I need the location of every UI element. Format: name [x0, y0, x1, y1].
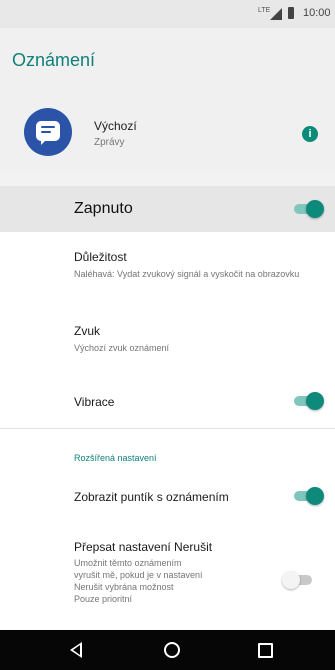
channel-name: Výchozí — [94, 119, 137, 133]
network-type: LTE — [258, 7, 271, 14]
notification-dot-setting[interactable]: Zobrazit puntík s oznámením — [74, 490, 305, 504]
master-switch-row[interactable]: Zapnuto — [0, 186, 335, 232]
vibration-setting[interactable]: Vibrace — [74, 395, 305, 409]
sound-title: Zvuk — [74, 324, 101, 338]
dnd-override-title: Přepsat nastavení Nerušit — [74, 540, 213, 554]
navigation-bar — [0, 630, 335, 670]
divider — [0, 428, 335, 429]
master-switch-label: Zapnuto — [74, 200, 133, 217]
app-info-header: Výchozí Zprávy i — [0, 92, 335, 172]
dnd-summary-line: Pouze prioritní — [74, 594, 133, 604]
master-switch[interactable] — [292, 199, 324, 219]
app-name: Zprávy — [94, 137, 125, 148]
page-title: Oznámení — [12, 50, 96, 70]
notification-dot-toggle[interactable] — [292, 486, 324, 506]
importance-setting[interactable]: Důležitost Naléhavá: Vydat zvukový signá… — [74, 250, 305, 280]
status-bar: LTE 10:00 — [0, 0, 335, 28]
battery-icon — [288, 7, 294, 19]
sound-setting[interactable]: Zvuk Výchozí zvuk oznámení — [74, 324, 305, 354]
app-bar: Oznámení — [0, 28, 335, 92]
dnd-override-setting[interactable]: Přepsat nastavení Nerušit Umožnit těmto … — [74, 540, 255, 605]
home-icon[interactable] — [164, 642, 180, 658]
info-icon[interactable]: i — [302, 126, 318, 142]
importance-title: Důležitost — [74, 250, 127, 264]
dnd-summary-line: Umožnit těmto oznámením — [74, 558, 182, 568]
notification-dot-title: Zobrazit puntík s oznámením — [74, 490, 229, 504]
dnd-override-toggle[interactable] — [282, 570, 314, 590]
importance-summary: Naléhavá: Vydat zvukový signál a vyskoči… — [74, 269, 300, 279]
dnd-summary-line: Nerušit vybrána možnost — [74, 582, 174, 592]
clock: 10:00 — [303, 7, 331, 19]
back-icon[interactable] — [70, 642, 82, 658]
vibration-toggle[interactable] — [292, 391, 324, 411]
advanced-section-header: Rozšířená nastavení — [74, 453, 157, 463]
sound-summary: Výchozí zvuk oznámení — [74, 343, 170, 353]
dnd-summary-line: vyrušit mě, pokud je v nastavení — [74, 570, 203, 580]
messages-icon — [24, 108, 72, 156]
signal-icon — [270, 8, 282, 20]
recents-icon[interactable] — [258, 643, 273, 658]
settings-list: Důležitost Naléhavá: Vydat zvukový signá… — [0, 232, 335, 630]
vibration-title: Vibrace — [74, 395, 115, 409]
